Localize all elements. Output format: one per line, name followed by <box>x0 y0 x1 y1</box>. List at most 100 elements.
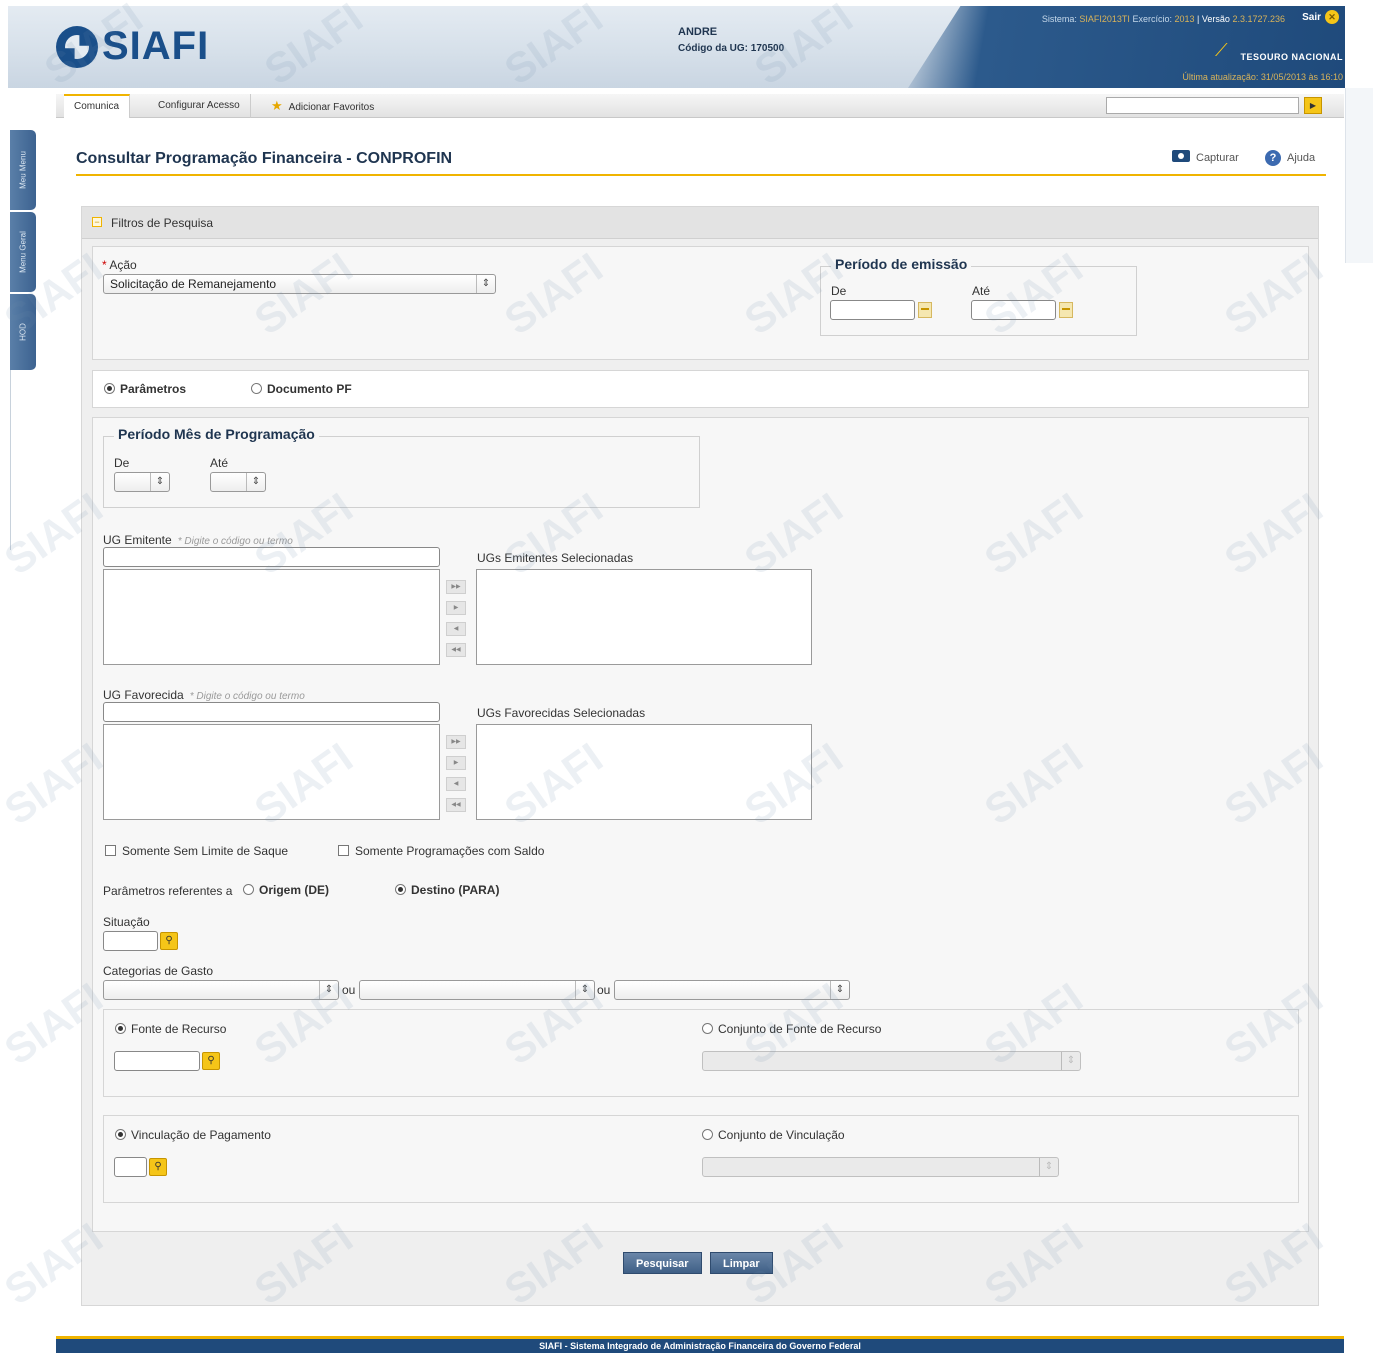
mes-de-select[interactable] <box>114 472 170 492</box>
move-all-right-icon[interactable]: ▶▶ <box>446 735 466 749</box>
logout-button[interactable]: Sair ✕ <box>1302 10 1339 24</box>
menu-configurar-acesso[interactable]: Configurar Acesso <box>148 94 251 118</box>
menu-adicionar-favoritos[interactable]: ★ Adicionar Favoritos <box>261 94 384 118</box>
categoria-select-1[interactable] <box>103 980 339 1000</box>
radio-destino[interactable]: Destino (PARA) <box>395 883 499 897</box>
emissao-de-input[interactable] <box>830 300 915 320</box>
chk-sem-limite-saque[interactable]: Somente Sem Limite de Saque <box>105 844 288 858</box>
ug-emitente-list[interactable] <box>103 569 440 665</box>
logout-label: Sair <box>1302 12 1321 23</box>
menu-bar: Comunica Configurar Acesso ★ Adicionar Fa… <box>56 94 1344 118</box>
conjunto-fonte-select[interactable] <box>702 1051 1081 1071</box>
side-divider <box>10 370 11 550</box>
tipo-consulta-section: Parâmetros Documento PF <box>92 370 1309 408</box>
radio-icon <box>243 884 254 895</box>
categoria-select-3[interactable] <box>614 980 850 1000</box>
categoria-select-2[interactable] <box>359 980 595 1000</box>
limpar-button[interactable]: Limpar <box>710 1252 773 1274</box>
parametros-section: Período Mês de Programação De Até UG Emi… <box>92 417 1309 1232</box>
capturar-button[interactable]: Capturar <box>1172 150 1239 164</box>
close-icon: ✕ <box>1325 10 1339 24</box>
ug-favorecida-hint: * Digite o código ou termo <box>189 691 305 702</box>
side-tab-hod[interactable]: HOD <box>10 294 36 370</box>
camera-icon <box>1172 150 1190 162</box>
side-tab-label: HOD <box>18 323 28 341</box>
collapse-icon[interactable]: − <box>92 217 102 227</box>
versao-value: 2.3.1727.236 <box>1232 14 1285 24</box>
radio-icon <box>395 884 406 895</box>
radio-origem[interactable]: Origem (DE) <box>243 883 329 897</box>
ug-emitente-label: UG Emitente * Digite o código ou termo <box>103 533 293 547</box>
radio-icon <box>702 1129 713 1140</box>
filter-panel-header[interactable]: − Filtros de Pesquisa <box>82 207 1318 239</box>
capturar-label: Capturar <box>1196 152 1239 164</box>
ug-favorecida-list[interactable] <box>103 724 440 820</box>
last-update: Última atualização: 31/05/2013 às 16:10 <box>1182 72 1343 82</box>
move-right-icon[interactable]: ▶ <box>446 756 466 770</box>
title-underline <box>76 174 1326 176</box>
menu-comunica[interactable]: Comunica <box>64 94 131 118</box>
radio-icon <box>251 383 262 394</box>
radio-fonte-recurso[interactable]: Fonte de Recurso <box>115 1022 226 1036</box>
ug-info: Código da UG: 170500 <box>678 43 784 54</box>
move-right-icon[interactable]: ▶ <box>446 601 466 615</box>
ug-favorecida-input[interactable] <box>103 702 440 722</box>
emissao-ate-input[interactable] <box>971 300 1056 320</box>
acao-label: * Ação <box>102 258 137 272</box>
side-tab-label: Meu Menu <box>18 151 28 189</box>
side-tab-meu-menu[interactable]: Meu Menu <box>10 130 36 210</box>
tesouro-nacional: TESOURO NACIONAL <box>1240 52 1343 62</box>
ugs-emitentes-sel-list[interactable] <box>476 569 812 665</box>
radio-parametros[interactable]: Parâmetros <box>104 382 186 396</box>
ugs-favorecidas-sel-list[interactable] <box>476 724 812 820</box>
ug-label: Código da UG: <box>678 43 748 54</box>
side-tab-menu-geral[interactable]: Menu Geral <box>10 212 36 292</box>
mes-ate-select[interactable] <box>210 472 266 492</box>
fonte-recurso-input[interactable] <box>114 1051 200 1071</box>
calendar-icon[interactable] <box>1059 302 1073 318</box>
filter-panel-title: Filtros de Pesquisa <box>111 216 214 230</box>
move-left-icon[interactable]: ◀ <box>446 622 466 636</box>
acao-select[interactable]: Solicitação de Remanejamento <box>103 274 496 294</box>
user-name: ANDRE <box>678 26 718 38</box>
move-all-right-icon[interactable]: ▶▶ <box>446 580 466 594</box>
ug-emitente-input[interactable] <box>103 547 440 567</box>
favoritos-label: Adicionar Favoritos <box>288 102 375 113</box>
tesouro-logo-icon: ⟋ <box>1215 40 1228 60</box>
ajuda-button[interactable]: ? Ajuda <box>1265 150 1315 166</box>
emissao-ate-label: Até <box>972 284 991 298</box>
exercicio-label: Exercício: <box>1132 14 1172 24</box>
periodo-emissao-legend: Período de emissão <box>831 256 972 272</box>
radio-documento-pf[interactable]: Documento PF <box>251 382 352 396</box>
menu-search-input[interactable] <box>1106 97 1299 114</box>
emissao-de-label: De <box>831 284 847 298</box>
menu-search-button[interactable]: ▶ <box>1304 97 1322 114</box>
star-icon: ★ <box>271 98 283 113</box>
chk-programacoes-saldo[interactable]: Somente Programações com Saldo <box>338 844 544 858</box>
move-all-left-icon[interactable]: ◀◀ <box>446 643 466 657</box>
periodo-mes-legend: Período Mês de Programação <box>114 426 319 442</box>
radio-conjunto-fonte[interactable]: Conjunto de Fonte de Recurso <box>702 1022 881 1036</box>
ug-code: 170500 <box>750 43 785 54</box>
situacao-input[interactable] <box>103 931 158 951</box>
filter-panel: − Filtros de Pesquisa * Ação Solicitação… <box>81 206 1319 1306</box>
search-icon[interactable]: ⚲ <box>160 932 178 950</box>
chk-com-saldo-label: Somente Programações com Saldo <box>355 844 545 858</box>
radio-conjunto-vinculacao[interactable]: Conjunto de Vinculação <box>702 1128 845 1142</box>
vinc-pag-label: Vinculação de Pagamento <box>131 1128 271 1142</box>
logo-text: SIAFI <box>102 24 210 68</box>
move-left-icon[interactable]: ◀ <box>446 777 466 791</box>
calendar-icon[interactable] <box>918 302 932 318</box>
footer: SIAFI - Sistema Integrado de Administraç… <box>56 1336 1344 1353</box>
ug-emitente-text: UG Emitente <box>103 533 172 547</box>
situacao-label: Situação <box>103 915 150 929</box>
vinculacao-input[interactable] <box>114 1157 147 1177</box>
radio-destino-label: Destino (PARA) <box>411 883 500 897</box>
search-icon[interactable]: ⚲ <box>149 1158 167 1176</box>
radio-vinculacao[interactable]: Vinculação de Pagamento <box>115 1128 271 1142</box>
conjunto-vinculacao-select[interactable] <box>702 1157 1059 1177</box>
search-icon[interactable]: ⚲ <box>202 1052 220 1070</box>
fonte-recurso-label: Fonte de Recurso <box>131 1022 227 1036</box>
move-all-left-icon[interactable]: ◀◀ <box>446 798 466 812</box>
pesquisar-button[interactable]: Pesquisar <box>623 1252 702 1274</box>
